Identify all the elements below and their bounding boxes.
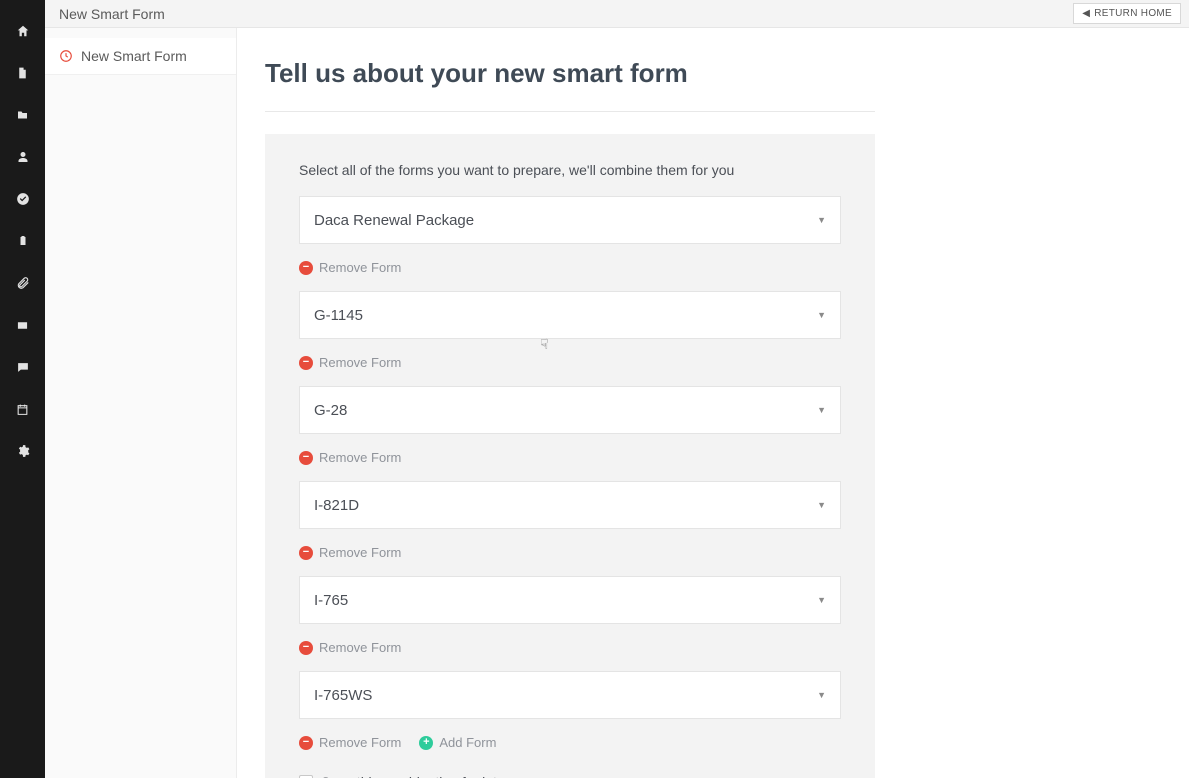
user-icon[interactable] — [0, 136, 45, 178]
save-combo-label: Save this combination for later — [321, 774, 509, 778]
chevron-down-icon: ▼ — [817, 595, 826, 605]
remove-form-label: Remove Form — [319, 545, 401, 560]
form-row: G-1145 ▼ — [299, 291, 841, 339]
minus-circle-icon: − — [299, 261, 313, 275]
target-icon — [59, 49, 73, 63]
chevron-down-icon: ▼ — [817, 500, 826, 510]
form-actions: − Remove Form — [299, 535, 841, 576]
form-row: I-765 ▼ — [299, 576, 841, 624]
remove-form-label: Remove Form — [319, 355, 401, 370]
secondary-sidebar: New Smart Form — [45, 28, 237, 778]
form-select[interactable]: G-28 ▼ — [299, 386, 841, 434]
remove-form-label: Remove Form — [319, 260, 401, 275]
form-row: I-821D ▼ — [299, 481, 841, 529]
remove-form-button[interactable]: − Remove Form — [299, 640, 401, 655]
chevron-down-icon: ▼ — [817, 690, 826, 700]
remove-form-label: Remove Form — [319, 640, 401, 655]
remove-form-button[interactable]: − Remove Form — [299, 545, 401, 560]
return-home-button[interactable]: ◀ RETURN HOME — [1073, 3, 1181, 24]
home-icon[interactable] — [0, 10, 45, 52]
panel-instruction: Select all of the forms you want to prep… — [299, 162, 841, 178]
minus-circle-icon: − — [299, 641, 313, 655]
remove-form-label: Remove Form — [319, 450, 401, 465]
gear-icon[interactable] — [0, 430, 45, 472]
form-select-value: G-28 — [314, 402, 347, 419]
card-icon[interactable] — [0, 304, 45, 346]
nav-rail — [0, 0, 45, 778]
return-home-label: RETURN HOME — [1094, 8, 1172, 19]
form-actions: − Remove Form — [299, 250, 841, 291]
form-select[interactable]: G-1145 ▼ — [299, 291, 841, 339]
form-actions: − Remove Form + Add Form — [299, 725, 841, 766]
form-select[interactable]: Daca Renewal Package ▼ — [299, 196, 841, 244]
calendar-icon[interactable] — [0, 388, 45, 430]
chevron-down-icon: ▼ — [817, 310, 826, 320]
add-form-button[interactable]: + Add Form — [419, 735, 496, 750]
form-select-value: I-765WS — [314, 687, 372, 704]
add-form-label: Add Form — [439, 735, 496, 750]
sidebar-item-new-smart-form[interactable]: New Smart Form — [45, 38, 236, 75]
minus-circle-icon: − — [299, 356, 313, 370]
remove-form-label: Remove Form — [319, 735, 401, 750]
folder-icon[interactable] — [0, 94, 45, 136]
form-row: Daca Renewal Package ▼ — [299, 196, 841, 244]
minus-circle-icon: − — [299, 546, 313, 560]
page-title: New Smart Form — [59, 6, 165, 22]
remove-form-button[interactable]: − Remove Form — [299, 260, 401, 275]
plus-circle-icon: + — [419, 736, 433, 750]
save-combo-row: Save this combination for later — [299, 774, 841, 778]
divider — [265, 111, 875, 112]
chevron-down-icon: ▼ — [817, 215, 826, 225]
form-select-value: I-821D — [314, 497, 359, 514]
top-bar: New Smart Form ◀ RETURN HOME — [45, 0, 1189, 28]
app-column: New Smart Form ◀ RETURN HOME New Smart F… — [45, 0, 1189, 778]
form-select-value: I-765 — [314, 592, 348, 609]
remove-form-button[interactable]: − Remove Form — [299, 450, 401, 465]
file-icon[interactable] — [0, 52, 45, 94]
form-select[interactable]: I-821D ▼ — [299, 481, 841, 529]
body-row: New Smart Form Tell us about your new sm… — [45, 28, 1189, 778]
form-actions: − Remove Form — [299, 630, 841, 671]
chat-icon[interactable] — [0, 346, 45, 388]
minus-circle-icon: − — [299, 451, 313, 465]
form-row: I-765WS ▼ — [299, 671, 841, 719]
clipboard-icon[interactable] — [0, 220, 45, 262]
form-actions: − Remove Form — [299, 440, 841, 481]
form-actions: − Remove Form — [299, 345, 841, 386]
caret-left-icon: ◀ — [1082, 9, 1090, 19]
minus-circle-icon: − — [299, 736, 313, 750]
form-select[interactable]: I-765WS ▼ — [299, 671, 841, 719]
main-heading: Tell us about your new smart form — [265, 58, 875, 89]
sidebar-item-label: New Smart Form — [81, 48, 187, 64]
form-select-value: Daca Renewal Package — [314, 212, 474, 229]
form-row: G-28 ▼ — [299, 386, 841, 434]
chevron-down-icon: ▼ — [817, 405, 826, 415]
paperclip-icon[interactable] — [0, 262, 45, 304]
check-icon[interactable] — [0, 178, 45, 220]
main-content: Tell us about your new smart form Select… — [237, 28, 1189, 778]
remove-form-button[interactable]: − Remove Form — [299, 735, 401, 750]
form-select-value: G-1145 — [314, 307, 363, 324]
forms-panel: Select all of the forms you want to prep… — [265, 134, 875, 778]
remove-form-button[interactable]: − Remove Form — [299, 355, 401, 370]
form-select[interactable]: I-765 ▼ — [299, 576, 841, 624]
